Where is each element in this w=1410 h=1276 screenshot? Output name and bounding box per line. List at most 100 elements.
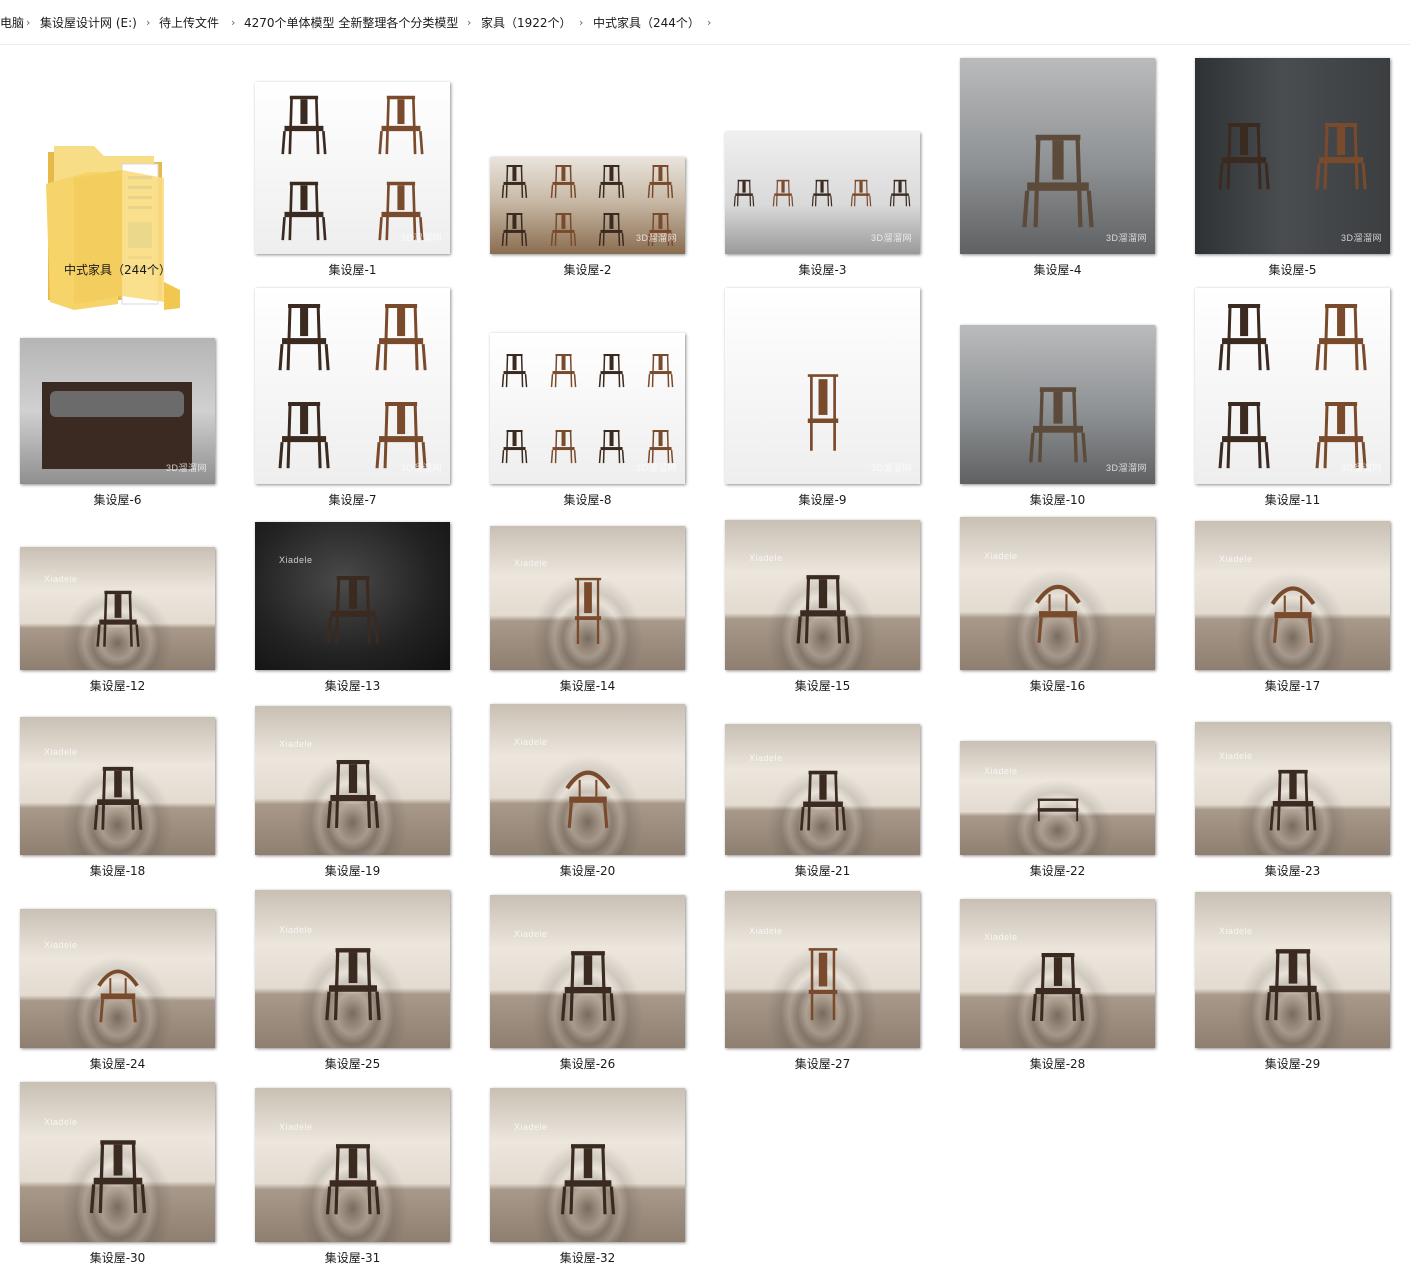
file-label: 集设屋-28: [1029, 1057, 1086, 1071]
chevron-right-icon[interactable]: ›: [467, 14, 471, 32]
breadcrumb-item-pending[interactable]: 待上传文件: [159, 14, 219, 32]
file-label: 集设屋-27: [794, 1057, 851, 1071]
breadcrumb-item-chinese-furniture[interactable]: 中式家具（244个）: [593, 14, 700, 32]
room-chair-icon: [1018, 385, 1098, 469]
chevron-right-icon[interactable]: ›: [231, 14, 235, 32]
chair-icon: [88, 957, 146, 1028]
chair-thumb-icon: [273, 94, 335, 160]
file-thumbnail: Xiadele: [1195, 521, 1390, 670]
brand-watermark: Xiadele: [279, 924, 313, 935]
chair-icon: [790, 946, 856, 1026]
chair-thumb-icon: [730, 179, 758, 211]
site-watermark: 3D溜溜网: [635, 233, 677, 243]
brand-watermark: Xiadele: [1219, 926, 1253, 937]
chair-thumb-icon: [643, 164, 678, 203]
file-label: 集设屋-2: [563, 263, 612, 277]
file-thumbnail: 3D溜溜网: [255, 82, 450, 254]
file-label: 集设屋-10: [1029, 493, 1086, 507]
file-thumbnail: Xiadele: [725, 520, 920, 670]
file-thumbnail: Xiadele: [960, 741, 1155, 855]
chair-thumb-icon: [497, 429, 532, 468]
chair-thumb-icon: [594, 429, 629, 468]
file-thumbnail: Xiadele: [1195, 892, 1390, 1048]
brand-watermark: Xiadele: [749, 925, 783, 936]
file-thumbnail: 3D溜溜网: [1195, 58, 1390, 254]
breadcrumb-item-furniture[interactable]: 家具（1922个）: [481, 14, 572, 32]
file-label: 集设屋-5: [1268, 263, 1317, 277]
breadcrumb-item-computer[interactable]: 电脑: [0, 14, 24, 32]
brand-watermark: Xiadele: [1219, 553, 1253, 564]
chair-icon: [1260, 947, 1326, 1026]
chair-thumb-icon: [769, 179, 797, 211]
brand-watermark: Xiadele: [514, 1121, 548, 1132]
file-label: 集设屋-9: [798, 493, 847, 507]
chair-thumb-icon: [546, 212, 581, 251]
brand-watermark: Xiadele: [514, 557, 548, 568]
file-thumbnail: Xiadele: [20, 1082, 215, 1242]
brand-watermark: Xiadele: [984, 931, 1018, 942]
file-label: 集设屋-11: [1264, 493, 1321, 507]
chair-icon: [557, 576, 617, 650]
file-thumbnail: 3D溜溜网: [490, 157, 685, 254]
file-thumbnail: Xiadele: [490, 1088, 685, 1242]
breadcrumb-item-models[interactable]: 4270个单体模型 全新整理各个分类模型: [244, 14, 458, 32]
file-label: 集设屋-18: [89, 864, 146, 878]
chair-icon: [788, 372, 858, 457]
brand-watermark: Xiadele: [279, 1121, 313, 1132]
brand-watermark: Xiadele: [44, 574, 78, 585]
file-thumbnail: Xiadele: [255, 706, 450, 855]
chair-thumb-icon: [1209, 121, 1279, 195]
breadcrumb-item-drive[interactable]: 集设屋设计网 (E:): [40, 14, 137, 32]
site-watermark: 3D溜溜网: [635, 463, 677, 473]
file-label: 集设屋-25: [324, 1057, 381, 1071]
file-label: 集设屋-32: [559, 1251, 616, 1265]
chair-thumb-icon: [370, 94, 432, 160]
site-watermark: 3D溜溜网: [1105, 233, 1147, 243]
chair-thumb-icon: [269, 400, 339, 474]
chevron-right-icon[interactable]: ›: [707, 14, 711, 32]
file-label: 集设屋-31: [324, 1251, 381, 1265]
chair-icon: [321, 574, 383, 649]
chair-thumb-icon: [847, 179, 875, 211]
chair-thumb-icon: [497, 353, 532, 392]
site-watermark: 3D溜溜网: [400, 463, 442, 473]
file-label: 集设屋-24: [89, 1057, 146, 1071]
folder-icon: [46, 146, 180, 310]
chair-icon: [791, 573, 854, 649]
file-thumbnail: 3D溜溜网: [960, 325, 1155, 484]
chair-icon: [795, 769, 850, 836]
file-thumbnail: Xiadele: [490, 895, 685, 1048]
file-label: 集设屋-1: [328, 263, 377, 277]
brand-watermark: Xiadele: [279, 554, 313, 565]
address-bar[interactable]: 电脑 › 集设屋设计网 (E:) › 待上传文件 › 4270个单体模型 全新整…: [0, 0, 1410, 45]
file-thumbnail: 3D溜溜网: [725, 288, 920, 484]
chevron-right-icon[interactable]: ›: [146, 14, 150, 32]
chair-thumb-icon: [497, 164, 532, 203]
brand-watermark: Xiadele: [1219, 751, 1253, 762]
file-thumbnail: Xiadele: [490, 526, 685, 670]
file-thumbnail: Xiadele: [20, 717, 215, 855]
brand-watermark: Xiadele: [984, 766, 1018, 777]
file-label: 集设屋-19: [324, 864, 381, 878]
site-watermark: 3D溜溜网: [1340, 233, 1382, 243]
chair-thumb-icon: [546, 164, 581, 203]
file-thumbnail: 3D溜溜网: [490, 333, 685, 484]
chair-thumb-icon: [497, 212, 532, 251]
chevron-right-icon[interactable]: ›: [26, 14, 30, 32]
file-thumbnail: Xiadele: [20, 909, 215, 1048]
chair-icon: [555, 949, 619, 1027]
chair-thumb-icon: [1306, 302, 1376, 376]
chair-icon: [319, 946, 385, 1026]
chevron-right-icon[interactable]: ›: [579, 14, 583, 32]
brand-watermark: Xiadele: [514, 928, 548, 939]
file-label: 集设屋-8: [563, 493, 612, 507]
file-thumbnail: 3D溜溜网: [725, 132, 920, 254]
brand-watermark: Xiadele: [984, 550, 1018, 561]
folder-item[interactable]: 中式家具（244个）: [0, 56, 235, 310]
file-thumbnail: Xiadele: [20, 547, 215, 670]
file-thumbnail: Xiadele: [725, 891, 920, 1048]
brand-watermark: Xiadele: [44, 1117, 78, 1128]
brand-watermark: Xiadele: [514, 737, 548, 748]
site-watermark: 3D溜溜网: [1340, 463, 1382, 473]
chair-icon: [321, 758, 384, 834]
